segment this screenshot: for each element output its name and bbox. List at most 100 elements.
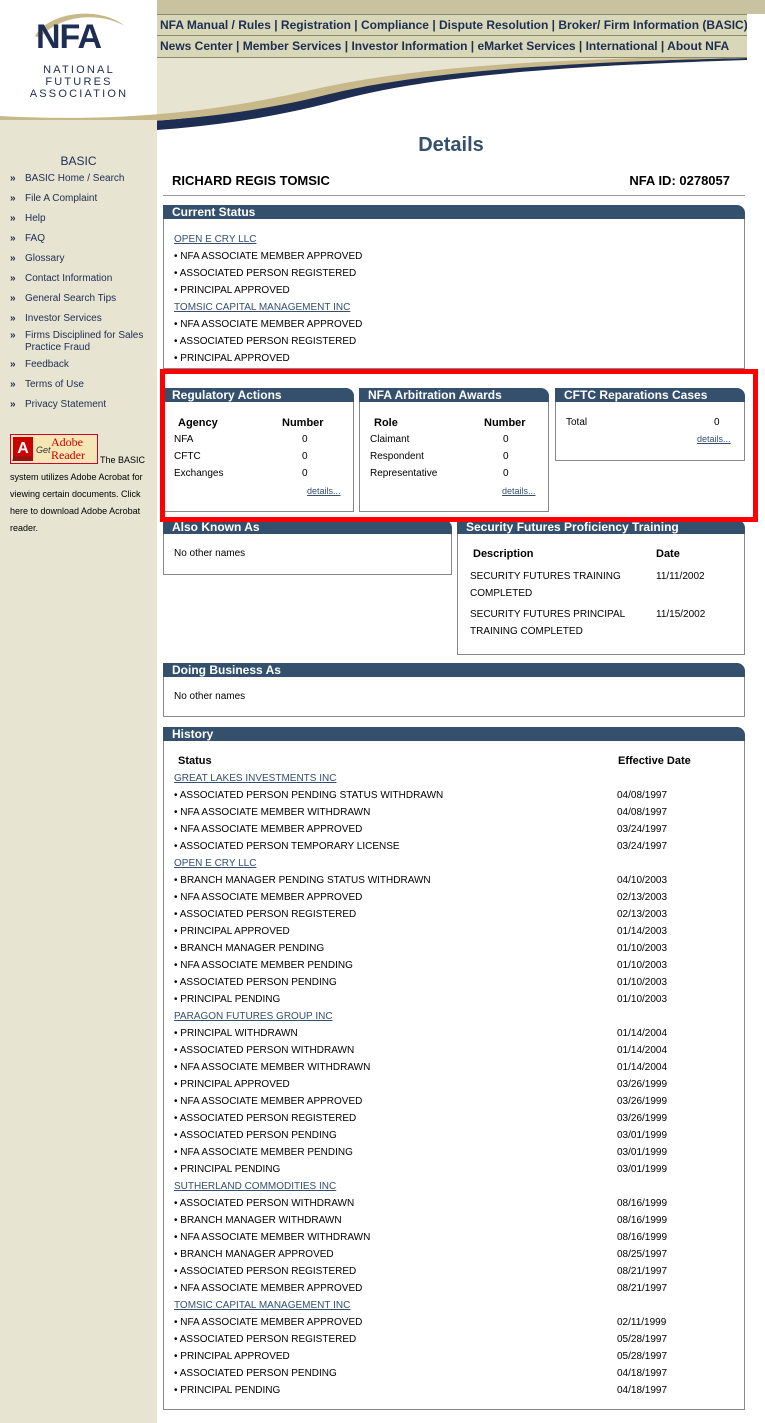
- sidebar-item-file-complaint[interactable]: » File A Complaint: [10, 193, 155, 205]
- sidebar-item-feedback[interactable]: » Feedback: [10, 359, 155, 371]
- sidebar-item-privacy[interactable]: » Privacy Statement: [10, 399, 155, 411]
- firm-link[interactable]: TOMSIC CAPITAL MANAGEMENT INC: [174, 299, 350, 316]
- history-effective-date: 03/01/1999: [617, 1164, 668, 1175]
- firm-link[interactable]: SUTHERLAND COMMODITIES INC: [174, 1178, 336, 1195]
- number-column-header: Number: [282, 417, 324, 429]
- top-nav-links-2[interactable]: News Center | Member Services | Investor…: [157, 36, 747, 56]
- sidebar-item-label[interactable]: Investor Services: [25, 313, 153, 325]
- arbitration-details-link[interactable]: details...: [502, 486, 536, 496]
- sidebar-item-label[interactable]: Contact Information: [25, 273, 153, 285]
- arbitration-awards-header: NFA Arbitration Awards: [359, 388, 549, 402]
- doing-business-as-text: No other names: [174, 691, 246, 702]
- logo-line-association: ASSOCIATION: [29, 88, 129, 100]
- history-effective-date: 08/25/1997: [617, 1249, 668, 1260]
- cftc-details-link[interactable]: details...: [697, 434, 731, 444]
- description-column-header: Description: [473, 548, 534, 560]
- history-effective-date: 03/26/1999: [617, 1079, 668, 1090]
- sidebar-item-help[interactable]: » Help: [10, 213, 155, 225]
- history-effective-date: 04/08/1997: [617, 807, 668, 818]
- arbitration-row-representative-value: 0: [503, 468, 509, 479]
- also-known-as-text: No other names: [174, 548, 246, 559]
- chevron-right-icon: »: [10, 253, 16, 264]
- status-column-header: Status: [178, 755, 212, 767]
- chevron-right-icon: »: [10, 399, 16, 410]
- sidebar-item-label[interactable]: Feedback: [25, 359, 153, 371]
- history-status: • ASSOCIATED PERSON TEMPORARY LICENSE: [174, 841, 400, 852]
- firm-link[interactable]: OPEN E CRY LLC: [174, 231, 256, 248]
- sidebar-item-investor-services[interactable]: » Investor Services: [10, 313, 155, 325]
- history-status: • PRINCIPAL APPROVED: [174, 1079, 290, 1090]
- history-status: • ASSOCIATED PERSON REGISTERED: [174, 1334, 357, 1345]
- history-effective-date: 03/24/1997: [617, 824, 668, 835]
- regulatory-row-cftc-label: CFTC: [174, 451, 201, 462]
- sidebar-item-search-tips[interactable]: » General Search Tips: [10, 293, 155, 305]
- history-status: • ASSOCIATED PERSON REGISTERED: [174, 1113, 357, 1124]
- history-status: • ASSOCIATED PERSON PENDING: [174, 977, 337, 988]
- firm-link[interactable]: PARAGON FUTURES GROUP INC: [174, 1008, 333, 1025]
- arbitration-row-respondent-value: 0: [503, 451, 509, 462]
- training-row-2-desc-line2: TRAINING COMPLETED: [470, 626, 583, 637]
- sidebar-title: BASIC: [60, 154, 97, 168]
- doing-business-as-header: Doing Business As: [163, 663, 745, 677]
- regulatory-row-exchanges-value: 0: [302, 468, 308, 479]
- cftc-reparations-panel: CFTC Reparations Cases Total 0 details..…: [555, 388, 745, 461]
- history-status: • NFA ASSOCIATE MEMBER PENDING: [174, 960, 353, 971]
- cftc-reparations-header: CFTC Reparations Cases: [555, 388, 745, 402]
- history-effective-date: 08/16/1999: [617, 1198, 668, 1209]
- history-effective-date: 03/01/1999: [617, 1130, 668, 1141]
- regulatory-actions-header: Regulatory Actions: [163, 388, 354, 402]
- arbitration-row-claimant-label: Claimant: [370, 434, 410, 445]
- history-status: • ASSOCIATED PERSON WITHDRAWN: [174, 1045, 355, 1056]
- sidebar-item-faq[interactable]: » FAQ: [10, 233, 155, 245]
- training-row-1-desc-line1: SECURITY FUTURES TRAINING: [470, 571, 621, 582]
- date-column-header: Date: [656, 548, 680, 560]
- top-nav-row-1[interactable]: NFA Manual / Rules | Registration | Comp…: [157, 14, 747, 36]
- sidebar-item-label[interactable]: Glossary: [25, 253, 153, 265]
- arbitration-awards-panel: NFA Arbitration Awards Role Number Claim…: [359, 388, 549, 512]
- adobe-description[interactable]: The BASIC system utilizes Adobe Acrobat …: [10, 452, 154, 537]
- current-status-panel: Current Status OPEN E CRY LLC • NFA ASSOC…: [163, 205, 745, 369]
- sidebar-item-label[interactable]: Firms Disciplined for Sales Practice Fra…: [25, 330, 153, 354]
- status-line: • ASSOCIATED PERSON REGISTERED: [174, 268, 357, 279]
- sidebar-item-label[interactable]: BASIC Home / Search: [25, 173, 153, 185]
- sidebar-item-glossary[interactable]: » Glossary: [10, 253, 155, 265]
- page-title: Details: [418, 134, 484, 156]
- sidebar-item-terms[interactable]: » Terms of Use: [10, 379, 155, 391]
- chevron-right-icon: »: [10, 233, 16, 244]
- history-status: • NFA ASSOCIATE MEMBER APPROVED: [174, 1317, 363, 1328]
- sidebar-item-label[interactable]: Privacy Statement: [25, 399, 153, 411]
- status-line: • ASSOCIATED PERSON REGISTERED: [174, 336, 357, 347]
- logo-line-futures: FUTURES: [45, 76, 113, 88]
- history-status: • BRANCH MANAGER PENDING STATUS WITHDRAW…: [174, 875, 431, 886]
- history-status: • NFA ASSOCIATE MEMBER APPROVED: [174, 892, 363, 903]
- regulatory-row-cftc-value: 0: [302, 451, 308, 462]
- regulatory-row-exchanges-label: Exchanges: [174, 468, 224, 479]
- history-status: • BRANCH MANAGER APPROVED: [174, 1249, 334, 1260]
- regulatory-details-link[interactable]: details...: [307, 486, 341, 496]
- nfa-logo[interactable]: NFA NATIONAL FUTURES ASSOCIATION: [0, 0, 157, 130]
- history-status: • ASSOCIATED PERSON REGISTERED: [174, 1266, 357, 1277]
- sidebar-item-label[interactable]: File A Complaint: [25, 193, 153, 205]
- history-effective-date: 01/14/2004: [617, 1028, 668, 1039]
- training-row-2-date: 11/15/2002: [656, 609, 706, 620]
- sidebar-item-label[interactable]: FAQ: [25, 233, 153, 245]
- sidebar-item-firms-disciplined[interactable]: » Firms Disciplined for Sales Practice Fr…: [10, 330, 155, 354]
- history-header: History: [163, 727, 745, 741]
- firm-link[interactable]: TOMSIC CAPITAL MANAGEMENT INC: [174, 1297, 350, 1314]
- history-effective-date: 01/14/2004: [617, 1062, 668, 1073]
- top-nav-row-2[interactable]: News Center | Member Services | Investor…: [157, 36, 747, 58]
- sidebar-item-label[interactable]: General Search Tips: [25, 293, 153, 305]
- history-effective-date: 08/21/1997: [617, 1283, 668, 1294]
- history-effective-date: 05/28/1997: [617, 1334, 668, 1345]
- history-status: • ASSOCIATED PERSON PENDING: [174, 1368, 337, 1379]
- firm-link[interactable]: OPEN E CRY LLC: [174, 855, 256, 872]
- sidebar-item-label[interactable]: Terms of Use: [25, 379, 153, 391]
- history-status: • PRINCIPAL PENDING: [174, 1164, 281, 1175]
- firm-link[interactable]: GREAT LAKES INVESTMENTS INC: [174, 770, 336, 787]
- top-nav-links-1[interactable]: NFA Manual / Rules | Registration | Comp…: [157, 15, 747, 35]
- sidebar-item-contact[interactable]: » Contact Information: [10, 273, 155, 285]
- arbitration-row-claimant-value: 0: [503, 434, 509, 445]
- sidebar-item-basic-home[interactable]: » BASIC Home / Search: [10, 173, 155, 185]
- sidebar-item-label[interactable]: Help: [25, 213, 153, 225]
- history-effective-date: 01/10/2003: [617, 994, 668, 1005]
